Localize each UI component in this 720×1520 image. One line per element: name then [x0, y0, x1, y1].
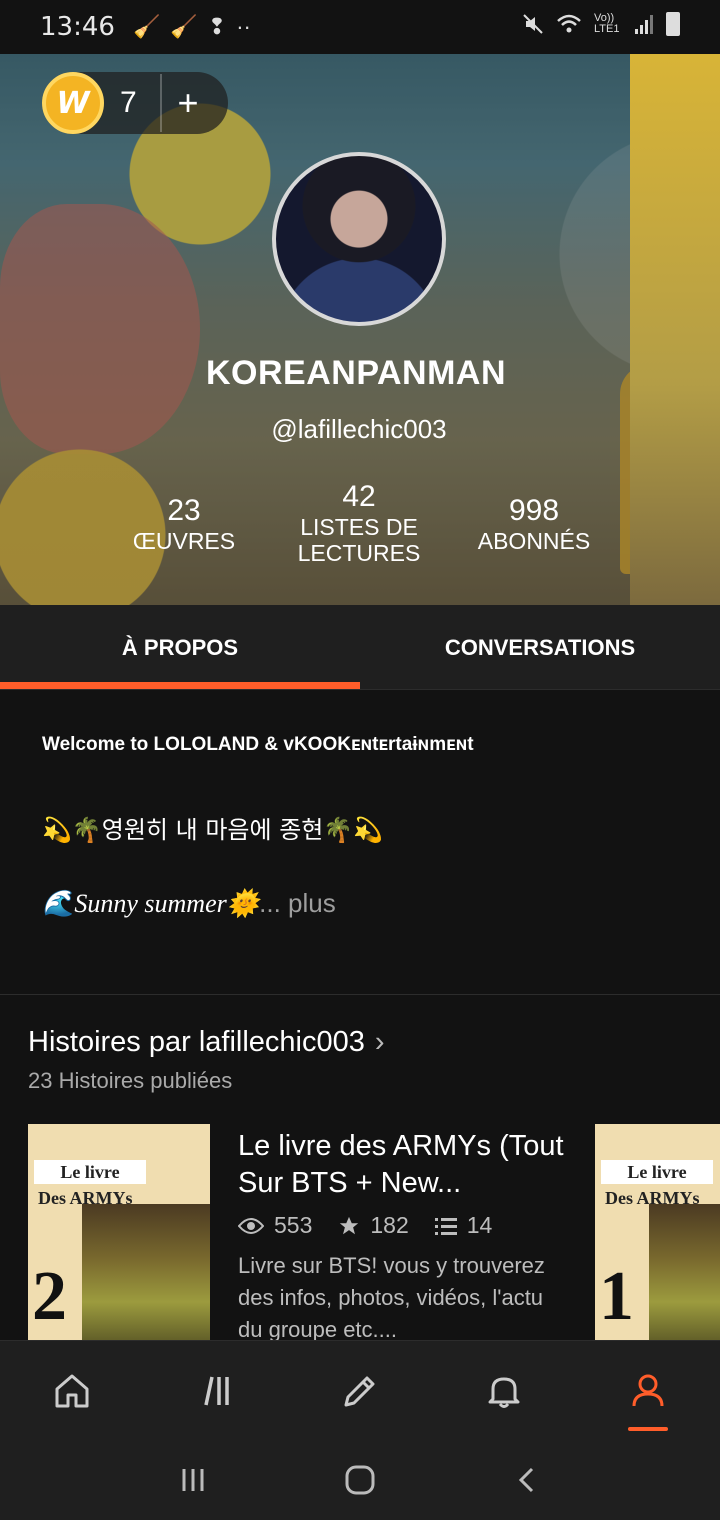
coin-balance[interactable]: W 7 +	[42, 72, 228, 134]
about-line: 🌊Sunny summer🌞... plus	[42, 888, 336, 918]
story-stats: 553 182 14	[238, 1212, 492, 1239]
stat-label: ABONNÉS	[477, 528, 591, 554]
about-section: Welcome to LOLOLAND & ᴠKOOKᴇɴtᴇrtaɨɴmᴇɴt…	[0, 690, 720, 995]
story-parts: 14	[466, 1212, 493, 1238]
wifi-icon	[557, 14, 581, 33]
list-icon	[434, 1217, 457, 1235]
stat-value: 998	[508, 494, 560, 527]
write-icon	[344, 1376, 375, 1407]
stat-label: ŒUVRES	[132, 528, 236, 554]
add-coins-button[interactable]: +	[162, 82, 214, 124]
tab-about[interactable]: À PROPOS	[0, 605, 360, 689]
tab-conversations[interactable]: CONVERSATIONS	[360, 605, 720, 689]
stat-value: 42	[342, 480, 376, 513]
profile-icon	[632, 1374, 664, 1407]
recent-apps-icon[interactable]	[178, 1465, 208, 1495]
coin-count: 7	[120, 86, 137, 119]
profile-username: KOREANPANMAN	[205, 354, 507, 392]
signal-icon	[635, 15, 653, 34]
notification-icon: ❢	[207, 14, 227, 39]
broom-icon: 🧹	[132, 14, 161, 39]
gear-icon[interactable]	[658, 82, 698, 122]
stat-followers[interactable]: 998 ABONNÉS	[464, 494, 604, 554]
nav-home[interactable]	[0, 1341, 144, 1441]
chevron-right-icon: ›	[374, 1026, 385, 1058]
story-title[interactable]: Le livre des ARMYs (Tout Sur BTS + New..…	[238, 1128, 568, 1202]
about-line: 💫🌴영원히 내 마음에 종현🌴💫	[42, 816, 384, 844]
profile-handle: @lafillechic003	[271, 414, 447, 444]
status-time: 13:46	[40, 12, 115, 42]
about-line: Welcome to LOLOLAND & ᴠKOOKᴇɴtᴇrtaɨɴmᴇɴt	[42, 734, 474, 755]
story-reads: 553	[274, 1212, 313, 1238]
status-right: Vo)) LTE1	[522, 12, 680, 36]
read-more-link[interactable]: ... plus	[259, 888, 336, 918]
avatar[interactable]	[272, 152, 446, 326]
star-icon	[340, 1216, 359, 1234]
network-label: Vo)) LTE1	[594, 12, 620, 35]
back-icon[interactable]	[512, 1465, 542, 1495]
home-button-icon[interactable]	[344, 1464, 376, 1496]
bottom-navigation	[0, 1340, 720, 1440]
nav-library[interactable]	[144, 1341, 288, 1441]
nav-write[interactable]	[288, 1341, 432, 1441]
mute-icon	[523, 14, 543, 34]
more-dots-icon: ··	[236, 14, 251, 39]
battery-icon	[666, 12, 680, 36]
stat-reading-lists[interactable]: 42 LISTES DE LECTURES	[288, 480, 430, 566]
story-votes: 182	[370, 1212, 409, 1238]
story-cover[interactable]: Le livre Des ARMYs 1	[595, 1124, 720, 1340]
stat-value: 23	[167, 494, 201, 527]
story-description: Livre sur BTS! vous y trouverez des info…	[238, 1253, 545, 1340]
profile-header: W 7 + KOREANPANMAN @lafillechic003 23 ŒU…	[0, 54, 720, 605]
system-navigation	[0, 1440, 720, 1520]
notification-icons: 🧹 🧹 ❢ ··	[133, 14, 251, 40]
stat-label: LISTES DE LECTURES	[297, 514, 421, 566]
stat-works[interactable]: 23 ŒUVRES	[124, 494, 244, 554]
eye-icon	[238, 1217, 264, 1234]
coin-icon: W	[42, 72, 104, 134]
stories-count: 23 Histoires publiées	[28, 1068, 233, 1093]
home-icon	[55, 1374, 89, 1408]
nav-profile[interactable]	[576, 1341, 720, 1441]
broom-icon: 🧹	[170, 14, 198, 39]
header-background-popsicle	[620, 364, 700, 574]
story-cover[interactable]: Le livre Des ARMYs 2	[28, 1124, 210, 1340]
status-bar: 13:46 🧹 🧹 ❢ ·· Vo)) LTE1	[0, 0, 720, 54]
library-icon	[204, 1376, 229, 1406]
stories-heading[interactable]: Histoires par lafillechic003 ›	[28, 1026, 385, 1059]
nav-notifications[interactable]	[432, 1341, 576, 1441]
profile-tabs: À PROPOS CONVERSATIONS	[0, 605, 720, 690]
bell-icon	[488, 1377, 520, 1408]
